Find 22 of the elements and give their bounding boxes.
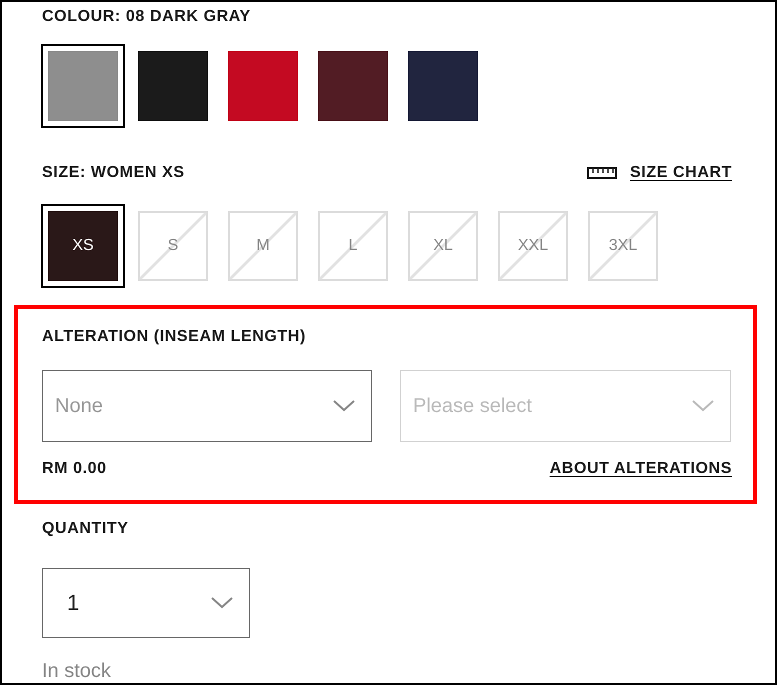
size-option[interactable]: L [318,211,388,281]
size-option[interactable]: 3XL [588,211,658,281]
colour-swatch[interactable] [41,44,125,128]
chevron-down-icon [333,400,355,412]
ruler-icon [587,167,617,179]
alteration-price: RM 0.00 [42,460,107,478]
about-alterations-link[interactable]: ABOUT ALTERATIONS [550,460,732,478]
colour-heading: COLOUR: 08 DARK GRAY [42,8,252,26]
size-option[interactable]: XS [48,211,118,281]
chevron-down-icon [692,400,714,412]
size-option[interactable]: XL [408,211,478,281]
quantity-heading: QUANTITY [42,520,130,538]
alteration-heading: ALTERATION (INSEAM LENGTH) [42,328,307,346]
size-option[interactable]: XXL [498,211,568,281]
size-option[interactable]: S [138,211,208,281]
stock-status: In stock [42,660,112,683]
chevron-down-icon [211,597,233,609]
quantity-select[interactable]: 1 [42,568,250,638]
size-heading: SIZE: WOMEN XS [42,164,185,182]
alteration-select[interactable]: None [42,370,372,442]
size-chart-link[interactable]: SIZE CHART [630,164,732,182]
size-option[interactable]: M [228,211,298,281]
